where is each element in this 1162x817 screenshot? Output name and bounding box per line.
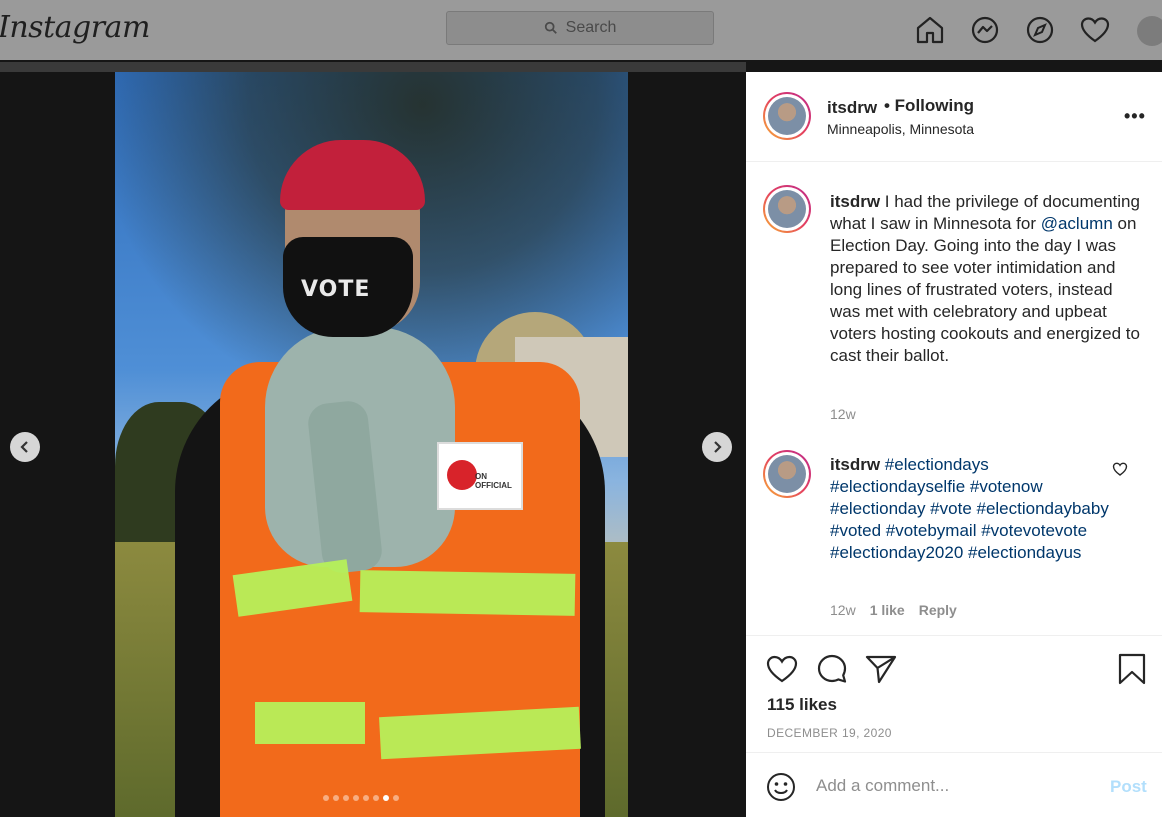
messenger-icon[interactable] <box>969 14 1001 46</box>
top-nav-bar: Instagram Search <box>0 0 1162 60</box>
post-photo[interactable]: VOTE ON OFFICIAL <box>115 72 628 817</box>
home-icon[interactable] <box>914 14 946 46</box>
carousel-dot <box>383 795 389 801</box>
search-box[interactable]: Search <box>446 11 714 45</box>
reply-button[interactable]: Reply <box>919 602 957 618</box>
comment-input[interactable] <box>816 769 1096 803</box>
comment-meta: 12w 1 like Reply <box>830 602 957 618</box>
emoji-icon[interactable] <box>765 771 797 803</box>
share-paper-plane-icon[interactable] <box>864 652 898 686</box>
carousel-dot <box>333 795 339 801</box>
chevron-left-icon <box>20 441 28 453</box>
author-username[interactable]: itsdrw <box>827 98 877 118</box>
chevron-right-icon <box>714 441 722 453</box>
caption-author-avatar[interactable] <box>763 185 811 233</box>
i-voted-sticker <box>447 460 477 490</box>
post-media-area: VOTE ON OFFICIAL <box>0 72 746 817</box>
comment-author-avatar[interactable] <box>763 450 811 498</box>
nav-icons <box>914 14 1134 46</box>
badge-text: ON OFFICIAL <box>475 472 512 490</box>
carousel-dot <box>393 795 399 801</box>
add-comment-bar: Post <box>746 752 1162 817</box>
caption-mention-link[interactable]: @aclumn <box>1041 214 1113 233</box>
author-avatar[interactable] <box>763 92 811 140</box>
profile-avatar[interactable] <box>1137 16 1162 46</box>
hashtag-comment: itsdrw #electiondays #electiondayselfie … <box>830 454 1110 564</box>
post-details-panel: itsdrw • Following Minneapolis, Minnesot… <box>746 72 1162 817</box>
save-bookmark-icon[interactable] <box>1115 652 1149 686</box>
comment-bubble-icon[interactable] <box>815 652 849 686</box>
reflective-stripe <box>359 570 576 616</box>
carousel-dot <box>373 795 379 801</box>
post-actions: 115 likes DECEMBER 19, 2020 <box>746 635 1162 752</box>
reflective-stripe <box>255 702 365 744</box>
next-slide-button[interactable] <box>702 432 732 462</box>
more-options-icon[interactable]: ••• <box>1124 106 1146 127</box>
election-official-badge: ON OFFICIAL <box>437 442 523 510</box>
explore-icon[interactable] <box>1024 14 1056 46</box>
comment-username[interactable]: itsdrw <box>830 455 880 474</box>
caption-timestamp[interactable]: 12w <box>830 406 856 422</box>
post-header: itsdrw • Following Minneapolis, Minnesot… <box>746 72 1162 162</box>
likes-count[interactable]: 115 likes <box>767 695 837 715</box>
comment-like-count[interactable]: 1 like <box>870 602 905 618</box>
following-status[interactable]: • Following <box>884 96 974 116</box>
post-caption: itsdrw I had the privilege of documentin… <box>830 191 1140 367</box>
background-feed-strip <box>0 62 746 72</box>
comments-section: itsdrw I had the privilege of documentin… <box>746 163 1162 635</box>
caption-text-rest: on Election Day. Going into the day I wa… <box>830 214 1140 365</box>
carousel-dot <box>343 795 349 801</box>
like-heart-icon[interactable] <box>765 652 799 686</box>
caption-username[interactable]: itsdrw <box>830 192 880 211</box>
carousel-dot <box>323 795 329 801</box>
instagram-logo[interactable]: Instagram <box>0 10 150 45</box>
post-location[interactable]: Minneapolis, Minnesota <box>827 121 974 137</box>
carousel-dots <box>323 795 399 801</box>
comment-timestamp[interactable]: 12w <box>830 602 856 618</box>
previous-slide-button[interactable] <box>10 432 40 462</box>
mask-vote-text: VOTE <box>301 277 371 302</box>
carousel-dot <box>353 795 359 801</box>
post-date[interactable]: DECEMBER 19, 2020 <box>767 726 892 740</box>
search-icon <box>544 21 557 34</box>
comment-like-heart-icon[interactable] <box>1112 461 1128 477</box>
post-comment-button[interactable]: Post <box>1110 777 1147 797</box>
carousel-dot <box>363 795 369 801</box>
search-placeholder: Search <box>565 19 617 36</box>
activity-heart-icon[interactable] <box>1079 14 1111 46</box>
